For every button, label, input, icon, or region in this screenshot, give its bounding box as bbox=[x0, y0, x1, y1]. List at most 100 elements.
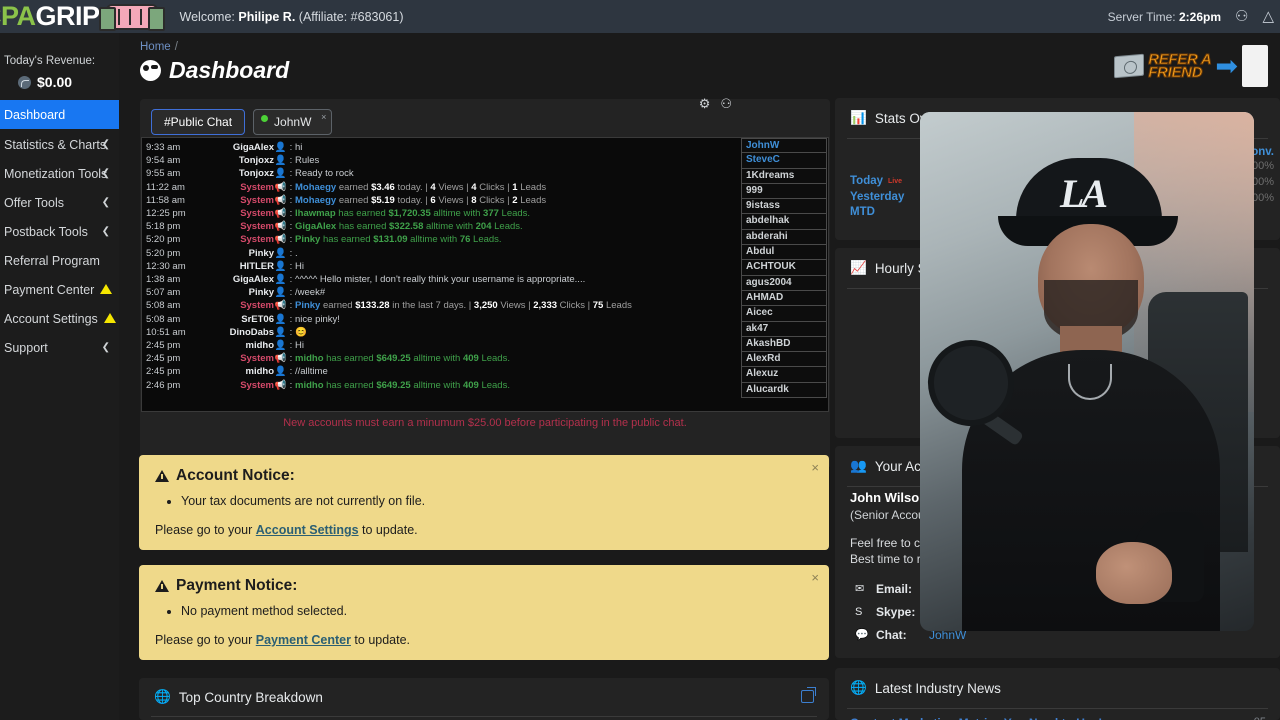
chat-message-author[interactable]: System bbox=[200, 233, 274, 246]
system-megaphone-icon: 📢 bbox=[274, 221, 287, 233]
welcome-username: Philipe R. bbox=[238, 9, 296, 24]
close-icon[interactable]: × bbox=[811, 570, 819, 585]
account-settings-link[interactable]: Account Settings bbox=[256, 523, 359, 537]
chat-bubble-icon[interactable]: ⚇ bbox=[1235, 9, 1248, 24]
chat-message-author[interactable]: Tonjoxz bbox=[200, 154, 274, 167]
logo-grip-text: GRIP bbox=[35, 1, 101, 31]
sidebar-item-dashboard[interactable]: Dashboard bbox=[0, 100, 119, 129]
chat-message-author[interactable]: System bbox=[200, 181, 274, 194]
news-headline-link[interactable]: Content Marketing Metrics You Need to Us… bbox=[850, 716, 1102, 720]
chat-message-text: Pinky earned $133.28 in the last 7 days.… bbox=[295, 300, 632, 312]
external-link-icon[interactable] bbox=[801, 687, 816, 703]
list-item[interactable]: Alucardk bbox=[741, 382, 827, 399]
welcome-text: Welcome: Philipe R. (Affiliate: #683061) bbox=[180, 10, 404, 24]
todays-revenue-label: Today's Revenue: bbox=[4, 55, 96, 67]
sidebar-item-account-settings[interactable]: Account Settings bbox=[0, 304, 119, 333]
chat-message: 2:46 pm System 📢: midho has earned $649.25 … bbox=[146, 379, 739, 392]
chat-message-time: 5:18 pm bbox=[146, 221, 181, 233]
close-icon[interactable]: × bbox=[811, 460, 819, 475]
chat-message: 10:51 am DinoDabs 👤: 😊 bbox=[146, 326, 739, 339]
list-item[interactable]: abdelhak bbox=[741, 214, 827, 230]
chat-message-author[interactable]: HITLER bbox=[200, 260, 274, 273]
chat-tab-johnw[interactable]: JohnW × bbox=[253, 109, 333, 135]
list-item[interactable]: agus2004 bbox=[741, 275, 827, 291]
brand-logo[interactable]: CPAGRIP bbox=[0, 1, 165, 32]
list-item: No payment method selected. bbox=[181, 604, 813, 618]
sidebar-item-postback-tools[interactable]: Postback Tools ❮ bbox=[0, 217, 119, 246]
chat-message-author[interactable]: System bbox=[200, 352, 274, 365]
sidebar-item-label: Offer Tools bbox=[4, 195, 64, 210]
list-item[interactable]: 1Kdreams bbox=[741, 168, 827, 184]
chat-message-author[interactable]: System bbox=[200, 207, 274, 220]
list-item[interactable]: SteveC bbox=[741, 153, 827, 169]
news-date: 05 bbox=[1254, 716, 1266, 720]
chat-message-author[interactable]: DinoDabs bbox=[200, 326, 274, 339]
bell-icon[interactable]: △ bbox=[1262, 9, 1274, 24]
sidebar-item-statistics-charts[interactable]: Statistics & Charts ❮ bbox=[0, 130, 119, 159]
list-item[interactable]: AkashBD bbox=[741, 336, 827, 353]
chat-message-author[interactable]: GigaAlex bbox=[200, 273, 274, 286]
chat-message: 12:30 am HITLER 👤: Hi bbox=[146, 260, 739, 273]
chat-message-author[interactable]: Tonjoxz bbox=[200, 167, 274, 180]
colon: : bbox=[289, 208, 293, 220]
chat-message-time: 5:08 am bbox=[146, 313, 181, 325]
chat-message-author[interactable]: System bbox=[200, 194, 274, 207]
gear-icon[interactable]: ⚙ bbox=[699, 96, 711, 112]
coin-icon bbox=[18, 75, 31, 89]
chat-user-list[interactable]: JohnW SteveC 1Kdreams 999 9istass abdelhak abd… bbox=[739, 138, 827, 411]
chat-message-text: Hi bbox=[295, 340, 304, 352]
chat-message-text: nice pinky! bbox=[295, 313, 340, 325]
list-item[interactable]: 999 bbox=[741, 183, 827, 200]
list-item[interactable]: Aicec bbox=[741, 306, 827, 322]
webcam-video-overlay[interactable]: LA bbox=[920, 112, 1254, 631]
sidebar-item-payment-center[interactable]: Payment Center bbox=[0, 275, 119, 304]
list-item[interactable]: ACHTOUK bbox=[741, 260, 827, 276]
sidebar-item-offer-tools[interactable]: Offer Tools ❮ bbox=[0, 188, 119, 217]
chat-message: 2:45 pm midho 👤: Hi bbox=[146, 339, 739, 352]
colon: : bbox=[289, 313, 293, 325]
chat-message-author[interactable]: SrET06 bbox=[200, 313, 274, 326]
user-avatar-icon: 👤 bbox=[274, 155, 287, 167]
chat-message-author[interactable]: System bbox=[200, 379, 274, 392]
sidebar-item-referral-program[interactable]: Referral Program bbox=[0, 246, 119, 275]
list-item[interactable]: ak47 bbox=[741, 321, 827, 337]
chat-message-author[interactable]: midho bbox=[200, 339, 275, 352]
sidebar-item-support[interactable]: Support ❮ bbox=[0, 333, 119, 362]
breadcrumb-home[interactable]: Home bbox=[140, 41, 171, 53]
list-item[interactable]: AlexRd bbox=[741, 352, 827, 368]
chat-message-author[interactable]: midho bbox=[200, 365, 275, 378]
chat-message-author[interactable]: GigaAlex bbox=[200, 141, 274, 154]
close-icon[interactable]: × bbox=[321, 112, 326, 122]
chat-message: 9:55 am Tonjoxz 👤: Ready to rock bbox=[146, 167, 739, 180]
latest-industry-news-panel: 🌐 Latest Industry News Content Marketing… bbox=[835, 668, 1280, 720]
sidebar-item-monetization-tools[interactable]: Monetization Tools ❮ bbox=[0, 159, 119, 188]
stats-row-today: Today Live bbox=[850, 174, 904, 190]
chat-message-text: midho has earned $649.25 alltime with 40… bbox=[295, 379, 510, 391]
server-time: Server Time: 2:26pm bbox=[1108, 10, 1221, 24]
list-item[interactable]: JohnW bbox=[741, 138, 827, 154]
email-icon: ✉ bbox=[855, 583, 865, 595]
chat-message-author[interactable]: Pinky bbox=[200, 286, 274, 299]
chat-message-author[interactable]: Pinky bbox=[200, 247, 274, 260]
chat-message: 5:08 am System 📢: Pinky earned $133.28 in t… bbox=[146, 299, 739, 312]
chat-message-time: 2:45 pm bbox=[146, 340, 181, 352]
chat-message-text: 😊 bbox=[295, 326, 307, 338]
payment-center-link[interactable]: Payment Center bbox=[256, 633, 351, 647]
list-item[interactable]: Alexuz bbox=[741, 367, 827, 383]
skype-icon: S bbox=[855, 606, 863, 618]
todays-revenue-value: $0.00 bbox=[37, 74, 73, 90]
sidebar-item-label: Postback Tools bbox=[4, 224, 88, 239]
chat-message-text: //alltime bbox=[295, 366, 328, 378]
list-item[interactable]: 9istass bbox=[741, 199, 827, 215]
chat-message-log[interactable]: 9:33 am GigaAlex 👤: hi 9:54 am Tonjoxz 👤: Rules… bbox=[142, 138, 739, 411]
speech-bubble-icon[interactable]: ⚇ bbox=[720, 96, 732, 112]
chat-message: 5:07 am Pinky 👤:/week# bbox=[146, 286, 739, 299]
chat-message-author[interactable]: System bbox=[200, 220, 274, 233]
list-item[interactable]: AHMAD bbox=[741, 290, 827, 307]
list-item[interactable]: Abdul bbox=[741, 245, 827, 261]
chat-tab-publicchat[interactable]: #Public Chat bbox=[151, 109, 246, 135]
list-item[interactable]: abderahi bbox=[741, 229, 827, 246]
warning-triangle-icon bbox=[155, 470, 169, 482]
payment-notice-list: No payment method selected. bbox=[181, 604, 813, 618]
chat-message-author[interactable]: System bbox=[200, 299, 274, 312]
